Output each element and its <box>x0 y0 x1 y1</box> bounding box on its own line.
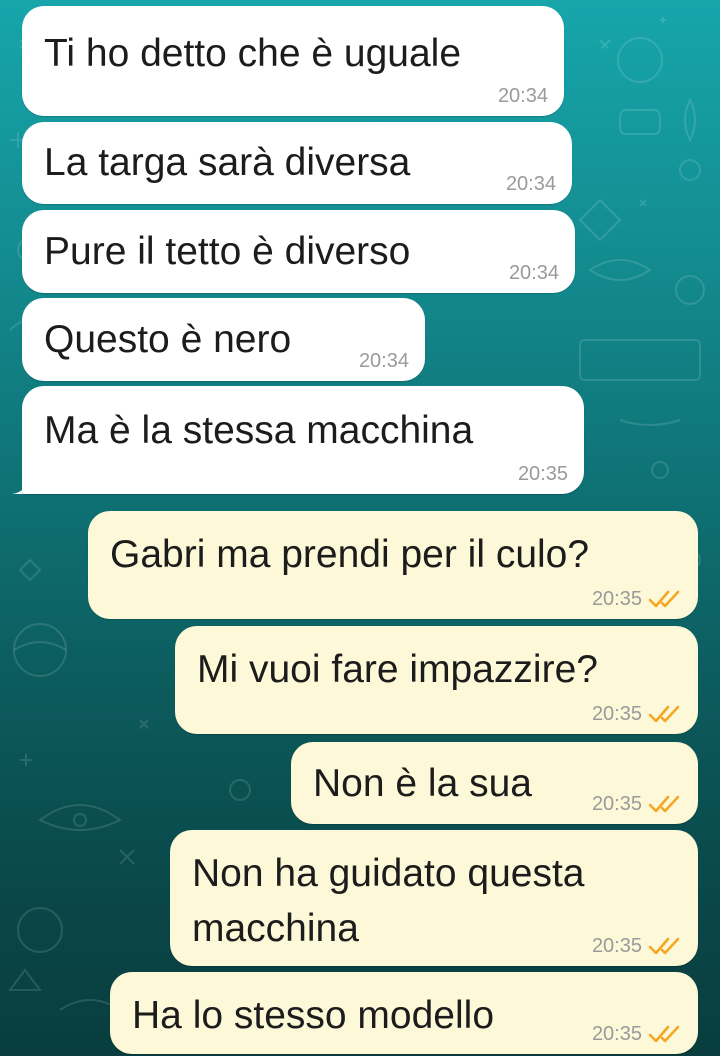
message-time: 20:35 <box>517 463 568 485</box>
message-meta: 20:35 <box>592 702 682 726</box>
message-meta: 20:34 <box>359 349 409 373</box>
message-meta: 20:35 <box>592 1022 682 1046</box>
message-time: 20:35 <box>591 703 642 725</box>
message-text: Ha lo stesso modello <box>132 994 495 1037</box>
outgoing-message[interactable]: Ha lo stesso modello 20:35 <box>110 972 698 1054</box>
message-text-line-2: macchina <box>192 907 359 950</box>
message-meta: 20:35 <box>518 462 568 486</box>
message-text: Ma è la stessa macchina <box>44 409 474 452</box>
message-meta: 20:34 <box>509 261 559 285</box>
message-text: Questo è nero <box>44 318 292 361</box>
message-time: 20:34 <box>505 173 556 195</box>
message-time: 20:35 <box>591 588 642 610</box>
double-check-icon <box>648 590 680 608</box>
outgoing-message[interactable]: Gabri ma prendi per il culo? 20:35 <box>88 511 698 619</box>
double-check-icon <box>648 937 680 955</box>
incoming-message[interactable]: Pure il tetto è diverso 20:34 <box>22 210 575 293</box>
incoming-message[interactable]: Questo è nero 20:34 <box>22 298 425 381</box>
outgoing-message[interactable]: Mi vuoi fare impazzire? 20:35 <box>175 626 698 734</box>
message-meta: 20:35 <box>592 587 682 611</box>
message-time: 20:35 <box>591 935 642 957</box>
message-meta: 20:35 <box>592 934 682 958</box>
incoming-message[interactable]: La targa sarà diversa 20:34 <box>22 122 572 204</box>
message-time: 20:34 <box>358 350 409 372</box>
message-text: La targa sarà diversa <box>44 141 411 184</box>
message-meta: 20:34 <box>498 84 548 108</box>
message-text: Mi vuoi fare impazzire? <box>197 648 598 691</box>
double-check-icon <box>648 705 680 723</box>
message-text-line-1: Non ha guidato questa <box>192 852 585 895</box>
message-time: 20:34 <box>497 85 548 107</box>
outgoing-message[interactable]: Non ha guidato questa macchina 20:35 <box>170 830 698 966</box>
message-time: 20:35 <box>591 793 642 815</box>
message-text: Non è la sua <box>313 762 532 805</box>
double-check-icon <box>648 795 680 813</box>
message-text: Pure il tetto è diverso <box>44 230 411 273</box>
message-text: Gabri ma prendi per il culo? <box>110 533 590 576</box>
message-meta: 20:35 <box>592 792 682 816</box>
message-time: 20:35 <box>591 1023 642 1045</box>
message-meta: 20:34 <box>506 172 556 196</box>
incoming-message[interactable]: Ti ho detto che è uguale 20:34 <box>22 6 564 116</box>
message-text: Ti ho detto che è uguale <box>44 32 462 75</box>
incoming-message[interactable]: Ma è la stessa macchina 20:35 <box>22 386 584 494</box>
message-time: 20:34 <box>508 262 559 284</box>
outgoing-message[interactable]: Non è la sua 20:35 <box>291 742 698 824</box>
double-check-icon <box>648 1025 680 1043</box>
